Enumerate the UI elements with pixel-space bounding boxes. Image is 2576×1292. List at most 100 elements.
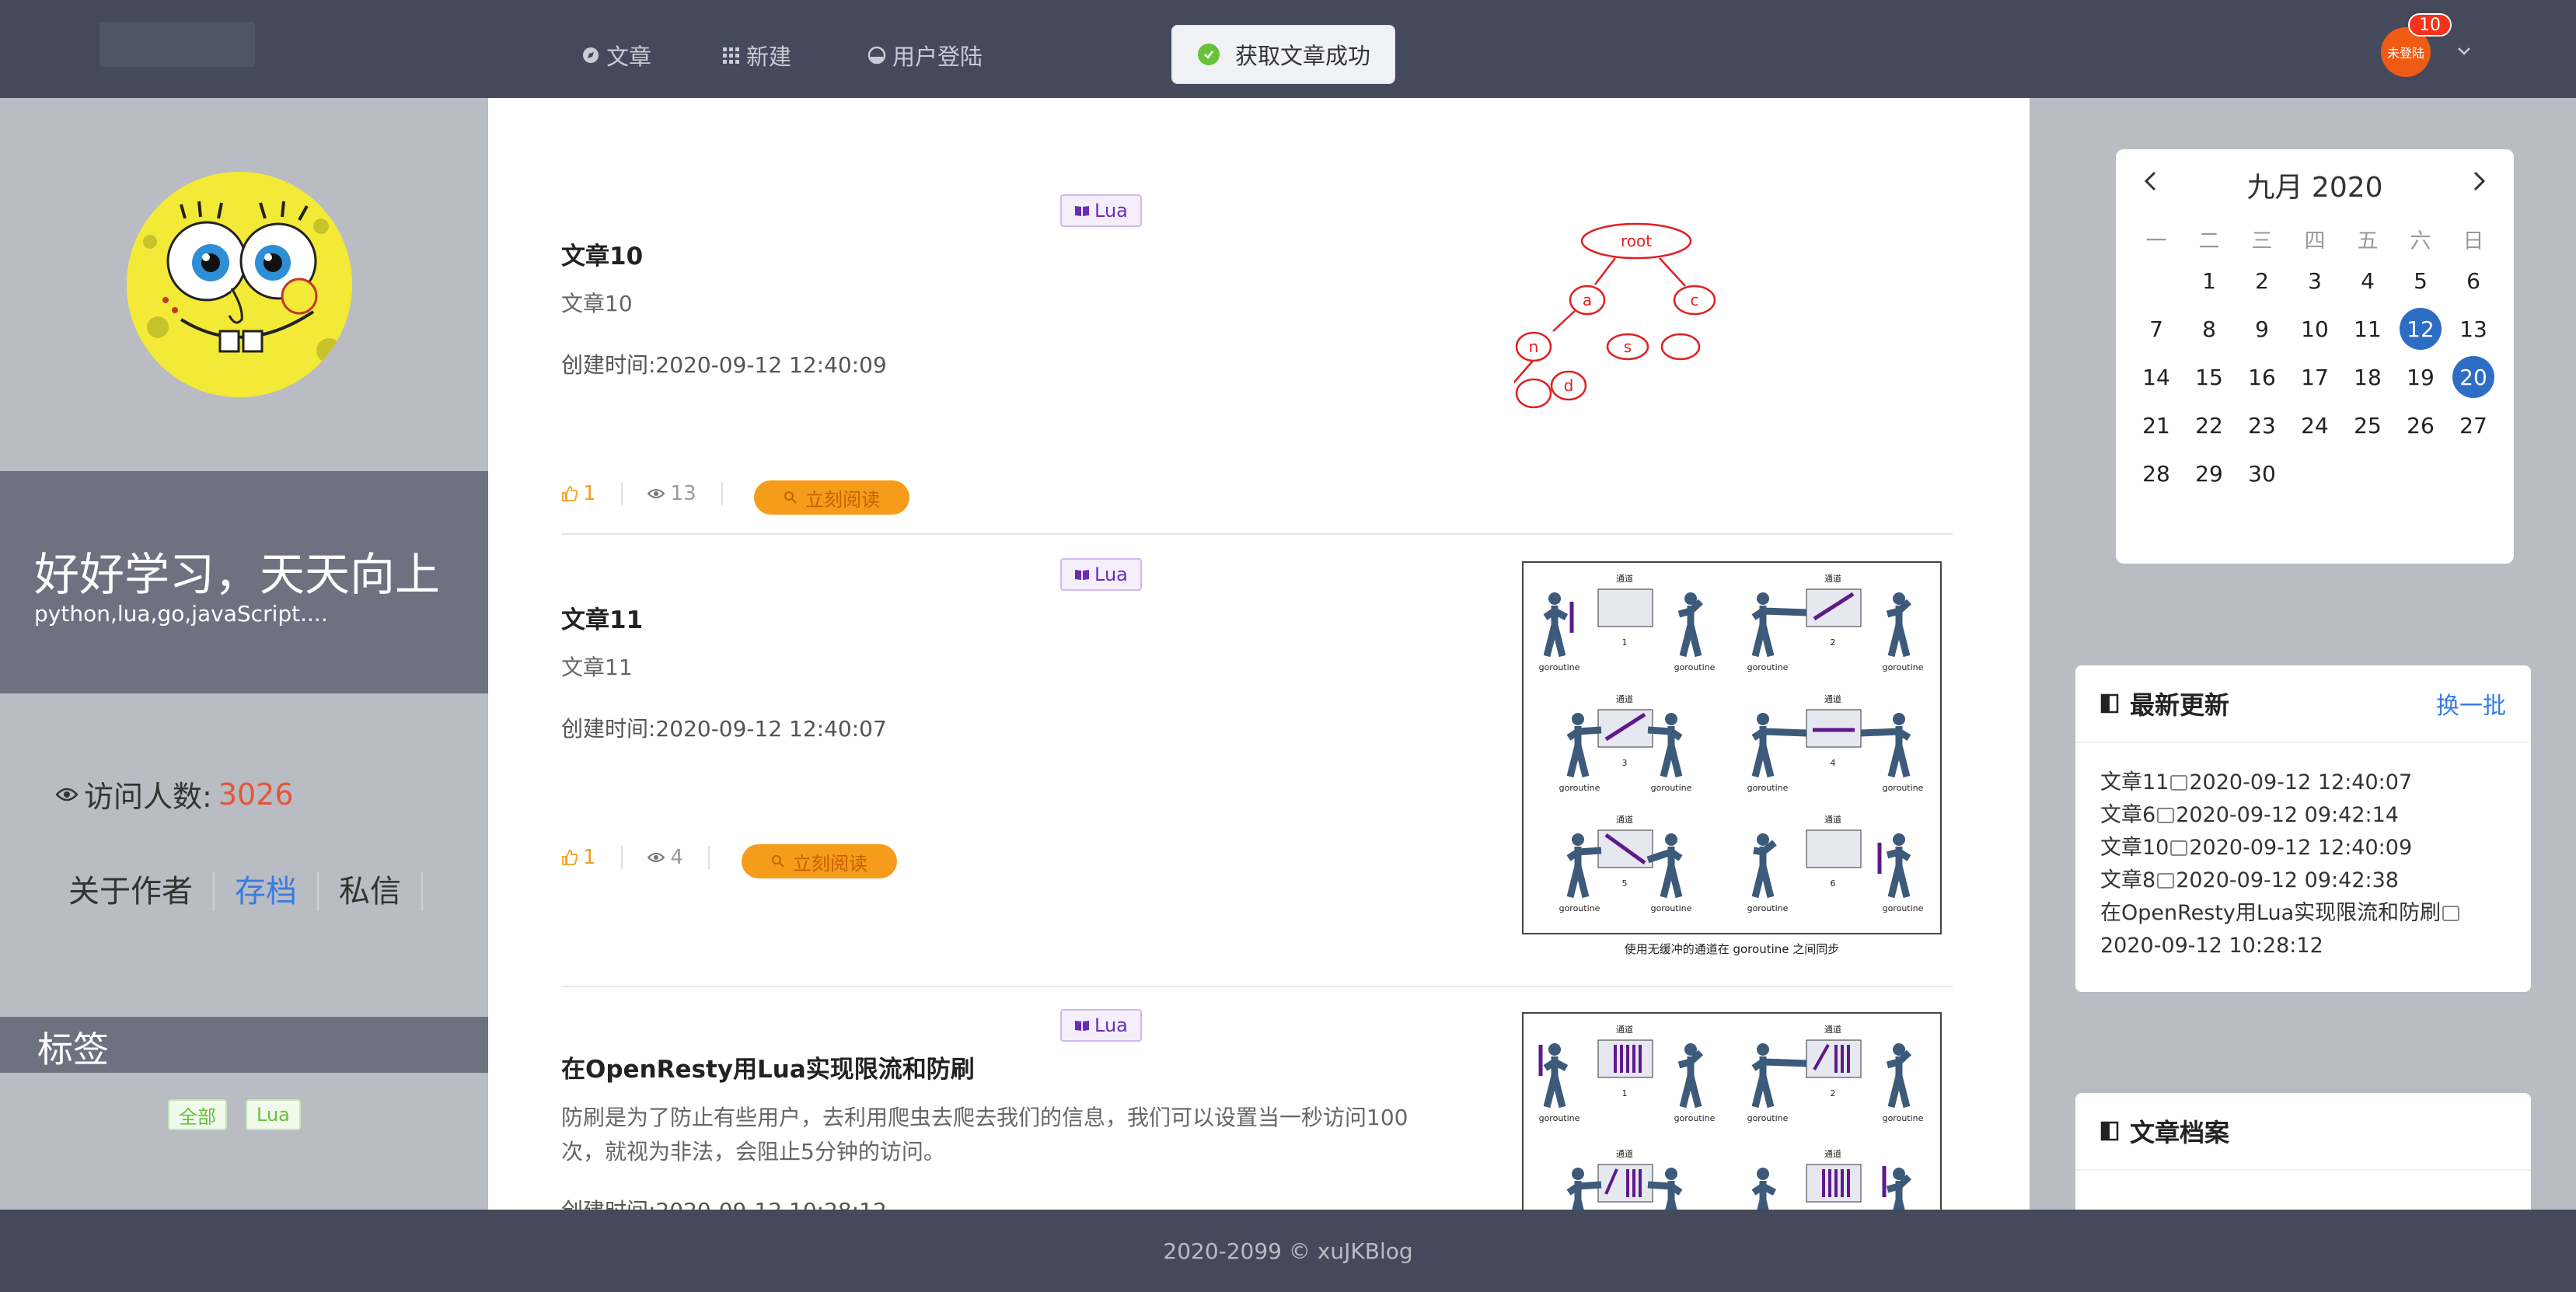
channel-label: 通道	[1616, 693, 1633, 704]
latest-update-item[interactable]: 文章8 2020-09-12 09:42:38	[2100, 864, 2506, 897]
channel-label: 通道	[1616, 1024, 1633, 1035]
channel-label: 通道	[1616, 1148, 1633, 1159]
article-title[interactable]: 在OpenResty用Lua实现限流和防刷	[561, 1049, 975, 1084]
latest-update-title: 文章6	[2100, 803, 2156, 827]
calendar-day[interactable]: 15	[2183, 353, 2236, 401]
calendar-icon	[2170, 775, 2188, 791]
article-summary: 文章11	[561, 655, 633, 680]
latest-update-time: 2020-09-12 12:40:07	[2189, 770, 2413, 794]
like-button[interactable]: 1	[561, 846, 596, 869]
visitor-counter: 访问人数: 3026	[56, 773, 294, 815]
calendar-day-number: 20	[2452, 356, 2494, 398]
nav-new[interactable]: 新建	[721, 39, 791, 72]
calendar-day[interactable]: 21	[2130, 401, 2183, 449]
calendar-day[interactable]: 10	[2288, 305, 2341, 353]
latest-update-item[interactable]: 文章10 2020-09-12 12:40:09	[2100, 832, 2506, 864]
calendar-day[interactable]: 12	[2394, 305, 2447, 353]
goroutine-label: goroutine	[1559, 903, 1600, 913]
calendar-day[interactable]: 6	[2447, 257, 2500, 305]
notification-badge: 10	[2408, 13, 2452, 37]
calendar-day[interactable]: 1	[2183, 257, 2236, 305]
calendar-day[interactable]: 24	[2288, 401, 2341, 449]
read-now-button[interactable]: 立刻阅读	[742, 844, 897, 878]
goroutine-label: goroutine	[1651, 903, 1692, 913]
calendar-day[interactable]: 17	[2288, 353, 2341, 401]
step-label: 2	[1831, 637, 1836, 648]
nav-articles[interactable]: 文章	[581, 39, 651, 72]
goroutine-illustration: 通道 1 goroutine goroutine 通道 2 goroutine …	[1539, 573, 1924, 913]
article-created-time: 创建时间:2020-09-12 12:40:07	[561, 716, 887, 742]
step-label: 2	[1831, 1088, 1836, 1098]
tag-all[interactable]: 全部	[168, 1099, 227, 1130]
weekday-header: 二	[2198, 229, 2220, 253]
article-tag[interactable]: Lua	[1060, 558, 1142, 591]
refresh-batch-link[interactable]: 换一批	[2436, 686, 2506, 721]
nav-login[interactable]: 用户登陆	[867, 39, 983, 72]
calendar-day[interactable]: 18	[2341, 353, 2394, 401]
latest-update-item[interactable]: 文章6 2020-09-12 09:42:14	[2100, 799, 2506, 832]
article-title[interactable]: 文章11	[561, 600, 643, 635]
nav-new-label: 新建	[746, 44, 792, 70]
calendar-day[interactable]: 4	[2341, 257, 2394, 305]
calendar-day[interactable]: 27	[2447, 401, 2500, 449]
calendar-day[interactable]: 22	[2183, 401, 2236, 449]
goroutine-label: goroutine	[1674, 662, 1716, 672]
visits-count: 3026	[218, 777, 294, 812]
book-icon	[1075, 570, 1089, 580]
channel-label: 通道	[1824, 573, 1841, 584]
site-logo[interactable]	[99, 22, 255, 67]
article-meta: 1 13	[561, 482, 748, 505]
article-meta: 1 4	[561, 846, 735, 869]
skills-text: python,lua,go,javaScript....	[34, 601, 328, 627]
calendar-blank	[2130, 257, 2183, 305]
calendar-day[interactable]: 3	[2288, 257, 2341, 305]
latest-update-item[interactable]: 在OpenResty用Lua实现限流和防刷 2020-09-12 10:28:12	[2100, 897, 2506, 962]
book-icon	[1075, 1021, 1089, 1031]
calendar-day[interactable]: 8	[2183, 305, 2236, 353]
calendar-day[interactable]: 2	[2236, 257, 2288, 305]
like-count: 1	[583, 846, 596, 869]
tag-lua[interactable]: Lua	[246, 1099, 301, 1130]
goroutine-label: goroutine	[1559, 783, 1600, 793]
calendar-grid: 一二三四五六日 1 2 3 4 5 6 7 8 9 10 11 12 13 14 15 16 17 18 19 20 21…	[2130, 221, 2500, 498]
calendar-day[interactable]: 11	[2341, 305, 2394, 353]
weekday-header: 四	[2304, 229, 2326, 253]
latest-update-item[interactable]: 文章11 2020-09-12 12:40:07	[2100, 766, 2506, 799]
link-archive[interactable]: 存档	[215, 872, 319, 911]
calendar-day[interactable]: 26	[2394, 401, 2447, 449]
channel-label: 通道	[1824, 814, 1841, 825]
calendar-day[interactable]: 23	[2236, 401, 2288, 449]
chevron-down-icon[interactable]	[2454, 40, 2474, 61]
article-tag[interactable]: Lua	[1060, 1009, 1142, 1042]
link-message[interactable]: 私信	[319, 872, 423, 911]
calendar-day[interactable]: 9	[2236, 305, 2288, 353]
calendar-day[interactable]: 19	[2394, 353, 2447, 401]
calendar-day[interactable]: 13	[2447, 305, 2500, 353]
latest-update-title: 文章10	[2100, 836, 2169, 860]
latest-update-time: 2020-09-12 09:42:38	[2176, 868, 2399, 892]
calendar-day[interactable]: 29	[2183, 449, 2236, 498]
toast-message: 获取文章成功	[1235, 43, 1371, 69]
calendar-day[interactable]: 20	[2447, 353, 2500, 401]
calendar-day[interactable]: 14	[2130, 353, 2183, 401]
calendar-day[interactable]: 28	[2130, 449, 2183, 498]
calendar-day[interactable]: 7	[2130, 305, 2183, 353]
goroutine-label: goroutine	[1883, 1113, 1924, 1123]
calendar-day[interactable]: 30	[2236, 449, 2288, 498]
calendar-day[interactable]: 16	[2236, 353, 2288, 401]
view-count: 13	[670, 482, 696, 505]
visits-label: 访问人数:	[84, 780, 212, 814]
read-now-button[interactable]: 立刻阅读	[754, 480, 909, 515]
calendar-day[interactable]: 5	[2394, 257, 2447, 305]
article-title[interactable]: 文章10	[561, 236, 643, 271]
like-button[interactable]: 1	[561, 482, 596, 505]
latest-updates-panel: 最新更新 换一批 文章11 2020-09-12 12:40:07 文章6 2020-…	[2075, 665, 2531, 992]
tree-node-a: a	[1583, 291, 1592, 309]
channel-label: 通道	[1824, 1148, 1841, 1159]
weekday-header: 日	[2463, 229, 2484, 253]
link-about-author[interactable]: 关于作者	[68, 872, 215, 911]
calendar-day[interactable]: 25	[2341, 401, 2394, 449]
goroutine-label: goroutine	[1539, 1113, 1580, 1123]
chevron-right-icon[interactable]	[2467, 169, 2490, 193]
article-tag[interactable]: Lua	[1060, 194, 1142, 227]
